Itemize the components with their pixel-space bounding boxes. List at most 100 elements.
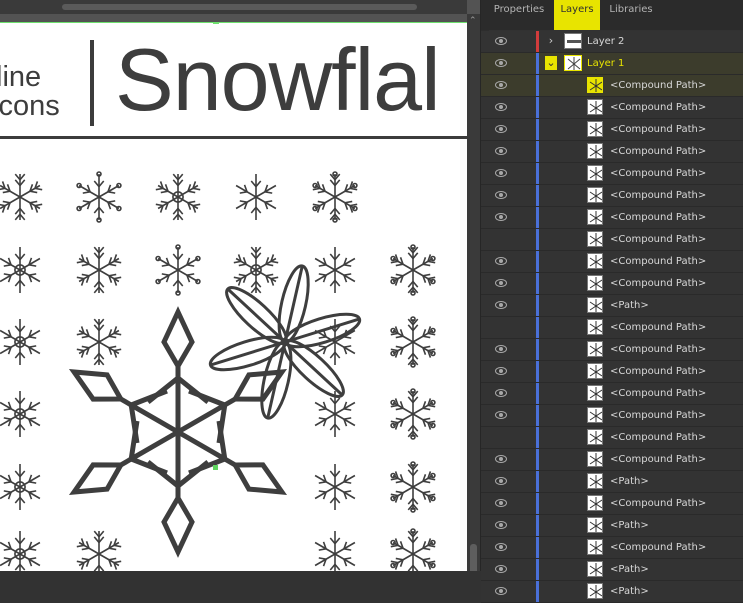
visibility-eye-icon[interactable] — [495, 455, 507, 463]
visibility-eye-icon[interactable] — [495, 147, 507, 155]
sublayer-name[interactable]: <Compound Path> — [610, 383, 706, 404]
sublayer-row[interactable]: <Compound Path> — [481, 339, 743, 361]
sublayer-name[interactable]: <Path> — [610, 471, 649, 492]
sublayer-row[interactable]: <Compound Path> — [481, 493, 743, 515]
sublayer-name[interactable]: <Compound Path> — [610, 141, 706, 162]
sublayer-row[interactable]: <Path> — [481, 471, 743, 493]
sublayer-row[interactable]: <Compound Path> — [481, 537, 743, 559]
visibility-eye-icon[interactable] — [495, 411, 507, 419]
visibility-eye-icon[interactable] — [495, 565, 507, 573]
visibility-eye-icon[interactable] — [495, 587, 507, 595]
sublayer-row[interactable]: <Compound Path> — [481, 97, 743, 119]
sublayer-row[interactable]: <Path> — [481, 581, 743, 603]
visibility-eye-icon[interactable] — [495, 37, 507, 45]
vertical-scrollbar[interactable]: ⌃ — [467, 14, 480, 571]
artboard[interactable]: line icons Snowflal — [0, 22, 467, 571]
sublayer-name[interactable]: <Compound Path> — [610, 361, 706, 382]
visibility-eye-icon[interactable] — [495, 81, 507, 89]
visibility-eye-icon[interactable] — [495, 191, 507, 199]
sublayer-row[interactable]: <Compound Path> — [481, 383, 743, 405]
snowflake-thumbnail-icon — [587, 451, 603, 467]
sublayer-row[interactable]: <Compound Path> — [481, 405, 743, 427]
visibility-eye-icon[interactable] — [495, 389, 507, 397]
sublayer-name[interactable]: <Compound Path> — [610, 163, 706, 184]
sublayer-row[interactable]: <Path> — [481, 559, 743, 581]
visibility-eye-icon[interactable] — [495, 279, 507, 287]
sublayer-row[interactable]: <Compound Path> — [481, 251, 743, 273]
sublayer-row[interactable]: <Compound Path> — [481, 273, 743, 295]
snowflake-thumbnail-icon — [587, 209, 603, 225]
vertical-scroll-thumb[interactable] — [470, 544, 477, 571]
sublayer-row[interactable]: <Compound Path> — [481, 229, 743, 251]
selected-snowflake-artwork[interactable] — [0, 22, 467, 571]
visibility-eye-icon[interactable] — [495, 257, 507, 265]
tab-libraries[interactable]: Libraries — [605, 0, 657, 30]
sublayer-row[interactable]: <Compound Path> — [481, 449, 743, 471]
visibility-eye-icon[interactable] — [495, 477, 507, 485]
horizontal-scroll-thumb[interactable] — [62, 4, 417, 10]
snowflake-thumbnail-icon — [587, 495, 603, 511]
visibility-eye-icon[interactable] — [495, 213, 507, 221]
snowflake-thumbnail-icon — [587, 99, 603, 115]
sublayer-name[interactable]: <Path> — [610, 295, 649, 316]
expand-chevron-icon[interactable]: › — [545, 34, 557, 48]
layer-color-bar — [536, 449, 539, 470]
visibility-eye-icon[interactable] — [495, 125, 507, 133]
anchor-point-handle[interactable] — [213, 465, 218, 470]
horizontal-scrollbar[interactable] — [0, 0, 467, 14]
sublayer-name[interactable]: <Compound Path> — [610, 97, 706, 118]
visibility-eye-icon[interactable] — [495, 543, 507, 551]
sublayer-name[interactable]: <Compound Path> — [610, 119, 706, 140]
sublayer-row[interactable]: <Compound Path> — [481, 361, 743, 383]
layer-color-bar — [536, 537, 539, 558]
sublayer-name[interactable]: <Compound Path> — [610, 493, 706, 514]
visibility-eye-icon[interactable] — [495, 499, 507, 507]
tab-properties[interactable]: Properties — [491, 0, 547, 30]
sublayer-name[interactable]: <Path> — [610, 559, 649, 580]
layer-name[interactable]: Layer 2 — [587, 31, 624, 52]
sublayer-name[interactable]: <Path> — [610, 581, 649, 602]
sublayer-name[interactable]: <Compound Path> — [610, 75, 706, 96]
sublayer-name[interactable]: <Compound Path> — [610, 537, 706, 558]
sublayer-name[interactable]: <Compound Path> — [610, 273, 706, 294]
layer-name[interactable]: Layer 1 — [587, 53, 624, 74]
tab-layers[interactable]: Layers — [554, 0, 600, 30]
sublayer-row[interactable]: <Path> — [481, 515, 743, 537]
sublayer-row[interactable]: <Compound Path> — [481, 207, 743, 229]
collapse-chevron-icon[interactable]: ⌄ — [545, 56, 557, 70]
visibility-eye-icon[interactable] — [495, 169, 507, 177]
sublayer-name[interactable]: <Compound Path> — [610, 251, 706, 272]
sublayer-name[interactable]: <Path> — [610, 515, 649, 536]
scroll-up-arrow-icon[interactable]: ⌃ — [469, 16, 477, 26]
layer-color-bar — [536, 273, 539, 294]
visibility-eye-icon[interactable] — [495, 345, 507, 353]
sublayer-row[interactable]: <Compound Path> — [481, 185, 743, 207]
visibility-eye-icon[interactable] — [495, 59, 507, 67]
sublayer-name[interactable]: <Compound Path> — [610, 229, 706, 250]
layer-row-layer-2[interactable]: › Layer 2 — [481, 31, 743, 53]
sublayer-name[interactable]: <Compound Path> — [610, 185, 706, 206]
visibility-eye-icon[interactable] — [495, 301, 507, 309]
sublayer-row[interactable]: <Path> — [481, 295, 743, 317]
sublayer-name[interactable]: <Compound Path> — [610, 427, 706, 448]
visibility-eye-icon[interactable] — [495, 521, 507, 529]
layer-color-bar — [536, 207, 539, 228]
sublayer-name[interactable]: <Compound Path> — [610, 405, 706, 426]
visibility-eye-icon[interactable] — [495, 103, 507, 111]
snowflake-thumbnail-icon — [587, 275, 603, 291]
sublayer-row[interactable]: <Compound Path> — [481, 427, 743, 449]
layer-row-layer-1[interactable]: ⌄ Layer 1 — [481, 53, 743, 75]
layer-color-bar — [536, 493, 539, 514]
sublayer-name[interactable]: <Compound Path> — [610, 339, 706, 360]
visibility-eye-icon[interactable] — [495, 367, 507, 375]
sublayer-name[interactable]: <Compound Path> — [610, 317, 706, 338]
sublayer-name[interactable]: <Compound Path> — [610, 449, 706, 470]
canvas-area[interactable]: line icons Snowflal ⌃ — [0, 0, 480, 571]
sublayer-name[interactable]: <Compound Path> — [610, 207, 706, 228]
sublayer-row[interactable]: <Compound Path> — [481, 119, 743, 141]
sublayer-row[interactable]: <Compound Path> — [481, 141, 743, 163]
sublayer-row[interactable]: <Compound Path> — [481, 75, 743, 97]
snowflake-thumbnail-icon — [587, 297, 603, 313]
sublayer-row[interactable]: <Compound Path> — [481, 163, 743, 185]
sublayer-row[interactable]: <Compound Path> — [481, 317, 743, 339]
